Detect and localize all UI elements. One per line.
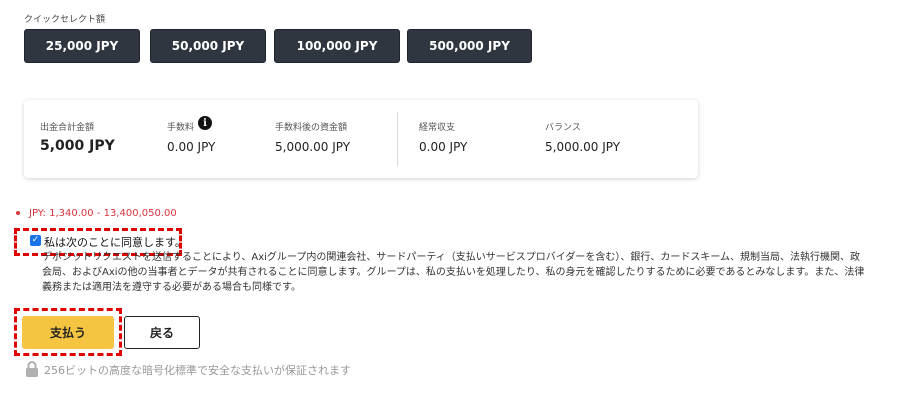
- quick-select-label: クイックセレクト額: [24, 15, 106, 25]
- quick-select-100000-button[interactable]: 100,000 JPY: [274, 29, 400, 63]
- amount-range-text: JPY: 1,340.00 - 13,400,050.00: [29, 208, 177, 219]
- agreement-checkbox[interactable]: ✓: [30, 235, 41, 246]
- quick-select-500000-button[interactable]: 500,000 JPY: [407, 29, 532, 63]
- terms-line: 会局、およびAxiの他の当事者とデータが共有されることに同意します。グループは、…: [42, 267, 865, 278]
- back-button[interactable]: 戻る: [124, 316, 200, 349]
- summary-card: 出金合計金額 5,000 JPY 手数料 i 0.00 JPY 手数料後の資金額…: [24, 100, 698, 178]
- quick-select-50000-button[interactable]: 50,000 JPY: [150, 29, 266, 63]
- balance-label: バランス: [545, 123, 581, 133]
- summary-divider: [397, 112, 398, 166]
- agreement-label[interactable]: 私は次のことに同意します。: [44, 234, 186, 250]
- after-fee-label: 手数料後の資金額: [275, 123, 348, 133]
- total-deposit-label: 出金合計金額: [40, 123, 95, 133]
- info-icon[interactable]: i: [198, 116, 212, 130]
- pay-button[interactable]: 支払う: [22, 316, 114, 349]
- terms-line: 義務または適用法を遵守する必要がある場合も同様です。: [42, 282, 301, 293]
- agreement-terms: デポジットリクエストを送信することにより、Axiグループ内の関連会社、サードパー…: [42, 250, 900, 295]
- lock-icon: [26, 361, 38, 377]
- fee-value: 0.00 JPY: [167, 140, 216, 154]
- balance-change-value: 0.00 JPY: [419, 140, 468, 154]
- fee-label: 手数料: [167, 123, 195, 133]
- after-fee-value: 5,000.00 JPY: [275, 140, 351, 154]
- error-dot-icon: [16, 211, 20, 215]
- amount-range-error: JPY: 1,340.00 - 13,400,050.00: [16, 208, 177, 219]
- total-deposit-value: 5,000 JPY: [40, 138, 115, 154]
- secure-payment-note: 256ビットの高度な暗号化標準で安全な支払いが保証されます: [44, 364, 351, 377]
- balance-value: 5,000.00 JPY: [545, 140, 621, 154]
- quick-select-25000-button[interactable]: 25,000 JPY: [24, 29, 140, 63]
- terms-line: デポジットリクエストを送信することにより、Axiグループ内の関連会社、サードパー…: [42, 252, 861, 263]
- balance-change-label: 経常収支: [419, 123, 456, 133]
